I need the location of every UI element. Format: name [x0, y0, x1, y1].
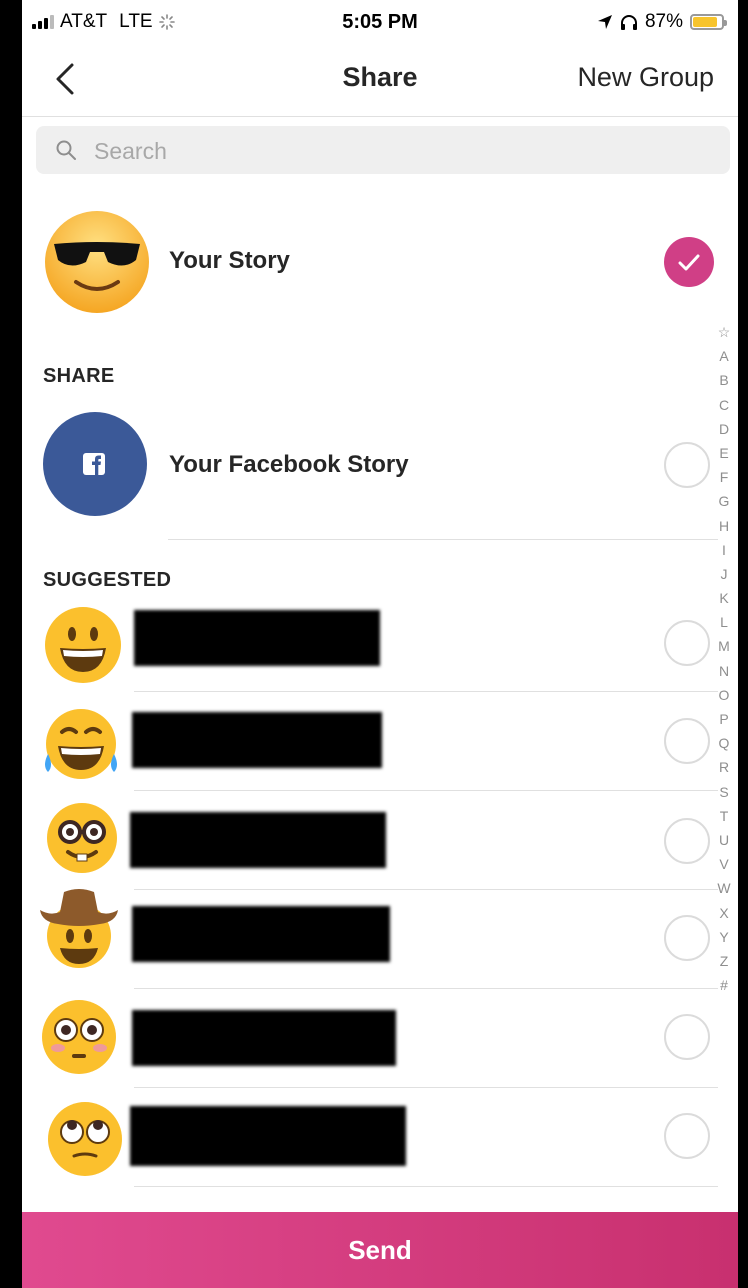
headphones-icon — [620, 15, 637, 30]
index-letter[interactable]: M — [714, 634, 734, 658]
index-letter[interactable]: R — [714, 755, 734, 779]
nav-bar: Share New Group — [22, 44, 738, 117]
your-story-avatar — [44, 210, 150, 314]
index-letter[interactable]: P — [714, 707, 734, 731]
index-letter[interactable]: J — [714, 562, 734, 586]
index-letter[interactable]: Z — [714, 949, 734, 973]
your-story-label[interactable]: Your Story — [169, 247, 290, 275]
contact-checkbox[interactable] — [664, 818, 710, 864]
checkmark-icon — [678, 254, 700, 271]
redacted-contact-name — [130, 1106, 406, 1166]
facebook-avatar — [43, 412, 147, 516]
search-icon — [56, 140, 76, 160]
index-letter[interactable]: V — [714, 852, 734, 876]
redacted-contact-name — [132, 1010, 396, 1066]
redacted-contact-name — [132, 712, 382, 768]
index-letter[interactable]: N — [714, 659, 734, 683]
redacted-contact-name — [132, 906, 390, 962]
divider — [134, 790, 718, 791]
contact-avatar — [40, 706, 122, 782]
status-bar: AT&T LTE 5:05 PM 87% — [22, 0, 738, 44]
index-letter[interactable]: T — [714, 804, 734, 828]
contact-avatar — [46, 1100, 124, 1178]
index-letter[interactable]: B — [714, 368, 734, 392]
search-input[interactable] — [92, 126, 696, 176]
battery-icon — [690, 14, 727, 30]
status-right: 87% — [597, 11, 727, 33]
index-letter[interactable]: K — [714, 586, 734, 610]
index-letter[interactable]: I — [714, 538, 734, 562]
grinning-face-icon — [45, 607, 121, 683]
index-letter[interactable]: U — [714, 828, 734, 852]
suggested-section-header: SUGGESTED — [43, 569, 172, 591]
contact-avatar — [36, 884, 122, 970]
divider — [168, 539, 718, 540]
index-letter[interactable]: E — [714, 441, 734, 465]
redacted-contact-name — [134, 610, 380, 666]
facebook-story-checkbox[interactable] — [664, 442, 710, 488]
send-button[interactable]: Send — [22, 1212, 738, 1288]
index-letter[interactable]: Q — [714, 731, 734, 755]
index-letter[interactable]: H — [714, 514, 734, 538]
divider — [134, 1186, 718, 1187]
divider — [134, 1087, 718, 1088]
divider — [134, 691, 718, 692]
cowboy-face-icon — [40, 889, 118, 968]
index-letter[interactable]: C — [714, 393, 734, 417]
eye-roll-face-icon — [48, 1102, 122, 1176]
index-letter[interactable]: Y — [714, 925, 734, 949]
index-letter[interactable]: F — [714, 465, 734, 489]
index-letter[interactable]: O — [714, 683, 734, 707]
share-section-header: SHARE — [43, 365, 115, 387]
facebook-icon — [83, 453, 105, 475]
nerd-face-icon — [47, 803, 117, 873]
index-letter[interactable]: ☆ — [714, 320, 734, 344]
your-story-checkbox[interactable] — [664, 237, 714, 287]
index-letter[interactable]: D — [714, 417, 734, 441]
contact-checkbox[interactable] — [664, 620, 710, 666]
index-letter[interactable]: # — [714, 973, 734, 997]
divider — [134, 988, 718, 989]
index-letter[interactable]: W — [714, 876, 734, 900]
index-letter[interactable]: L — [714, 610, 734, 634]
contact-checkbox[interactable] — [664, 1113, 710, 1159]
index-letter[interactable]: G — [714, 489, 734, 513]
index-letter[interactable]: X — [714, 901, 734, 925]
redacted-contact-name — [130, 812, 386, 868]
alphabet-index[interactable]: ☆ A B C D E F G H I J K L M N O P Q R S T U V W X Y Z # — [714, 320, 734, 997]
location-arrow-icon — [597, 15, 612, 29]
facebook-story-label[interactable]: Your Facebook Story — [169, 451, 409, 479]
search-bar[interactable] — [36, 126, 730, 176]
flushed-face-icon — [42, 1000, 116, 1074]
index-letter[interactable]: A — [714, 344, 734, 368]
divider — [134, 889, 718, 890]
tears-of-joy-face-icon — [45, 709, 117, 779]
contact-checkbox[interactable] — [664, 1014, 710, 1060]
new-group-button[interactable]: New Group — [577, 62, 714, 93]
contact-avatar — [40, 998, 118, 1076]
contact-checkbox[interactable] — [664, 718, 710, 764]
battery-percent: 87% — [644, 11, 683, 32]
share-screen: AT&T LTE 5:05 PM 87% Share New Group Sea… — [22, 0, 738, 1288]
index-letter[interactable]: S — [714, 780, 734, 804]
battery-fill — [693, 17, 718, 27]
contact-checkbox[interactable] — [664, 915, 710, 961]
sunglasses-face-icon — [45, 211, 149, 313]
contact-avatar — [44, 606, 122, 684]
contact-avatar — [46, 802, 118, 874]
